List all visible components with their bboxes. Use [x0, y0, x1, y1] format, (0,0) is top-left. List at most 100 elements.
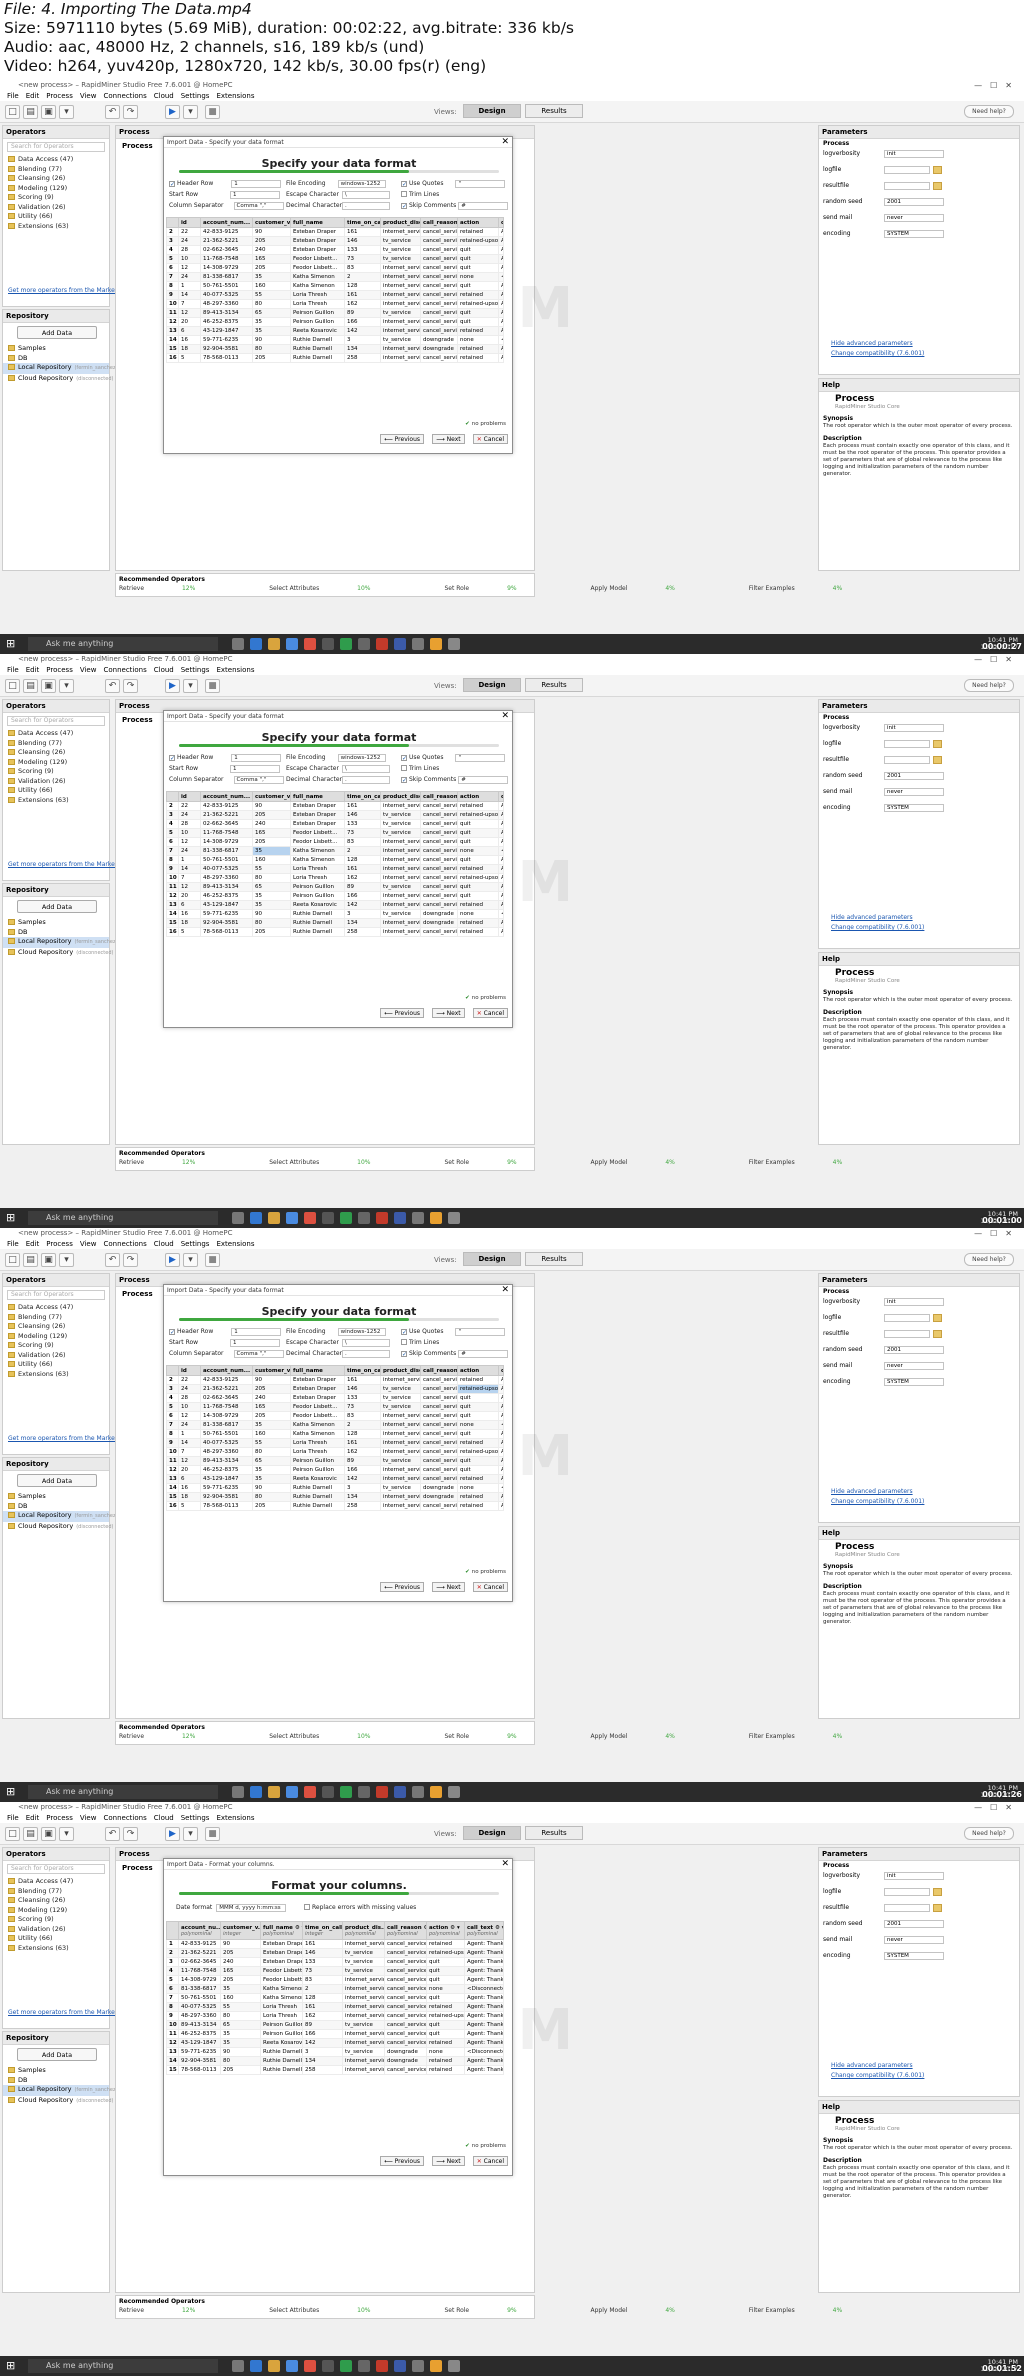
windows-start-icon[interactable]: ⊞: [6, 1211, 15, 1224]
table-cell[interactable]: Ruthie Darnell: [290, 1492, 345, 1502]
table-cell[interactable]: 12: [178, 1411, 201, 1421]
table-cell[interactable]: 205: [252, 810, 291, 820]
table-cell[interactable]: 12: [178, 1456, 201, 1466]
table-cell[interactable]: 12: [178, 837, 201, 847]
operator-group-scoring[interactable]: Scoring (9): [3, 1341, 109, 1351]
column-header[interactable]: call_text ⚙ ▾ polynominal: [464, 1921, 504, 1940]
table-cell[interactable]: 42-833-9125: [200, 801, 253, 811]
explorer-icon[interactable]: [268, 2360, 280, 2372]
menu-connections[interactable]: Connections: [103, 92, 146, 100]
table-cell[interactable]: cancel_service: [420, 1474, 458, 1484]
table-cell[interactable]: Loria Thresh: [290, 1438, 345, 1448]
table-cell[interactable]: downgrade: [420, 1483, 458, 1493]
table-cell[interactable]: 35: [252, 1420, 291, 1430]
table-cell[interactable]: 16: [178, 909, 201, 919]
logverbosity-select[interactable]: init: [884, 724, 944, 732]
excel-icon[interactable]: [340, 1786, 352, 1798]
table-cell[interactable]: Esteban Draper: [290, 819, 345, 829]
app-icon[interactable]: [412, 638, 424, 650]
table-cell[interactable]: tv_service: [380, 819, 421, 829]
table-cell[interactable]: 205: [252, 837, 291, 847]
table-cell[interactable]: 78-568-0113: [200, 1501, 253, 1511]
folder-icon[interactable]: [933, 166, 942, 174]
table-cell[interactable]: 6: [178, 900, 201, 910]
table-cell[interactable]: Peirson Guillon: [290, 1456, 345, 1466]
start-row-input[interactable]: 1: [230, 764, 281, 773]
table-cell[interactable]: 146: [344, 1384, 381, 1394]
table-cell[interactable]: downgrade: [420, 918, 458, 928]
column-header[interactable]: call_reason: [420, 1365, 458, 1376]
rec-op-filter-examples[interactable]: Filter Examples 4%: [749, 585, 878, 592]
save-icon[interactable]: ▣: [41, 679, 56, 693]
windows-start-icon[interactable]: ⊞: [6, 1785, 15, 1798]
cancel-button[interactable]: ✕ Cancel: [472, 434, 508, 444]
operator-group-blending[interactable]: Blending (77): [3, 165, 109, 175]
column-header[interactable]: id: [178, 1365, 201, 1376]
table-cell[interactable]: 240: [252, 1393, 291, 1403]
table-cell[interactable]: internet_service: [380, 864, 421, 874]
table-cell[interactable]: 128: [344, 855, 381, 865]
save-icon[interactable]: ▣: [41, 1253, 56, 1267]
chrome-icon[interactable]: [304, 1786, 316, 1798]
column-header[interactable]: account_nu... ⚙ ▾polynominal: [178, 1921, 221, 1940]
table-cell[interactable]: 65: [252, 1456, 291, 1466]
menu-settings[interactable]: Settings: [181, 666, 210, 674]
rec-op-retrieve[interactable]: Retrieve 12%: [119, 1159, 231, 1166]
table-cell[interactable]: 92-904-3581: [200, 918, 253, 928]
excel-icon[interactable]: [340, 638, 352, 650]
stop-icon[interactable]: ■: [205, 1827, 220, 1841]
skip-comments-checkbox[interactable]: ✓: [401, 1351, 407, 1358]
start-row-input[interactable]: 1: [230, 190, 281, 199]
operator-group-blending[interactable]: Blending (77): [3, 1887, 109, 1897]
table-cell[interactable]: 46-252-8375: [200, 891, 253, 901]
powerpoint-icon[interactable]: [376, 2360, 388, 2372]
need-help-button[interactable]: Need help?: [964, 1827, 1014, 1840]
table-cell[interactable]: 50-761-5501: [200, 1429, 253, 1439]
table-cell[interactable]: 134: [344, 1492, 381, 1502]
table-cell[interactable]: 16: [178, 1483, 201, 1493]
table-cell[interactable]: none: [457, 1483, 499, 1493]
run-dropdown-icon[interactable]: ▾: [183, 105, 198, 119]
table-cell[interactable]: Reeta Kosarovic: [290, 1474, 345, 1484]
table-cell[interactable]: quit: [457, 819, 499, 829]
encoding-select[interactable]: SYSTEM: [884, 1378, 944, 1386]
column-header[interactable]: call_reason ⚙ ▾polynominal: [384, 1921, 427, 1940]
table-cell[interactable]: cancel_service: [420, 1411, 458, 1421]
table-cell[interactable]: cancel_service: [420, 1420, 458, 1430]
table-cell[interactable]: 24: [178, 810, 201, 820]
repo-item-local[interactable]: Local Repository (fermin_sanchez): [3, 1511, 118, 1522]
repo-item-samples[interactable]: Samples: [3, 344, 109, 354]
folder-icon[interactable]: [933, 740, 942, 748]
table-cell[interactable]: none: [457, 909, 499, 919]
run-dropdown-icon[interactable]: ▾: [183, 679, 198, 693]
column-header[interactable]: account_num...: [200, 1365, 253, 1376]
column-header[interactable]: customer_val...: [252, 217, 291, 228]
rec-op-set-role[interactable]: Set Role 9%: [444, 585, 552, 592]
table-cell[interactable]: Agent: Thank y...: [498, 1375, 504, 1385]
rec-op-retrieve[interactable]: Retrieve 12%: [119, 1733, 231, 1740]
app-icon[interactable]: [322, 638, 334, 650]
stop-icon[interactable]: ■: [205, 679, 220, 693]
folder-icon[interactable]: [933, 182, 942, 190]
tab-results[interactable]: Results: [525, 104, 583, 118]
trim-lines-checkbox[interactable]: [401, 765, 407, 771]
menu-settings[interactable]: Settings: [181, 1240, 210, 1248]
run-icon[interactable]: ▶: [165, 679, 180, 693]
table-cell[interactable]: 73: [344, 828, 381, 838]
resultfile-input[interactable]: [884, 1904, 930, 1912]
table-cell[interactable]: 161: [344, 1438, 381, 1448]
store-icon[interactable]: [286, 638, 298, 650]
column-header[interactable]: call_text: [498, 217, 504, 228]
need-help-button[interactable]: Need help?: [964, 1253, 1014, 1266]
save-dropdown-icon[interactable]: ▾: [59, 1827, 74, 1841]
table-cell[interactable]: 165: [252, 828, 291, 838]
operator-group-cleansing[interactable]: Cleansing (26): [3, 1322, 109, 1332]
table-cell[interactable]: Ruthie Darnell: [290, 918, 345, 928]
hide-advanced-link[interactable]: Hide advanced parameters: [819, 913, 1019, 923]
operator-group-extensions[interactable]: Extensions (63): [3, 222, 109, 232]
cancel-button[interactable]: ✕ Cancel: [472, 1008, 508, 1018]
column-header[interactable]: time_on_call: [344, 217, 381, 228]
table-cell[interactable]: 40-077-5325: [200, 1438, 253, 1448]
table-cell[interactable]: Esteban Draper: [290, 1393, 345, 1403]
table-cell[interactable]: cancel_service: [420, 1393, 458, 1403]
